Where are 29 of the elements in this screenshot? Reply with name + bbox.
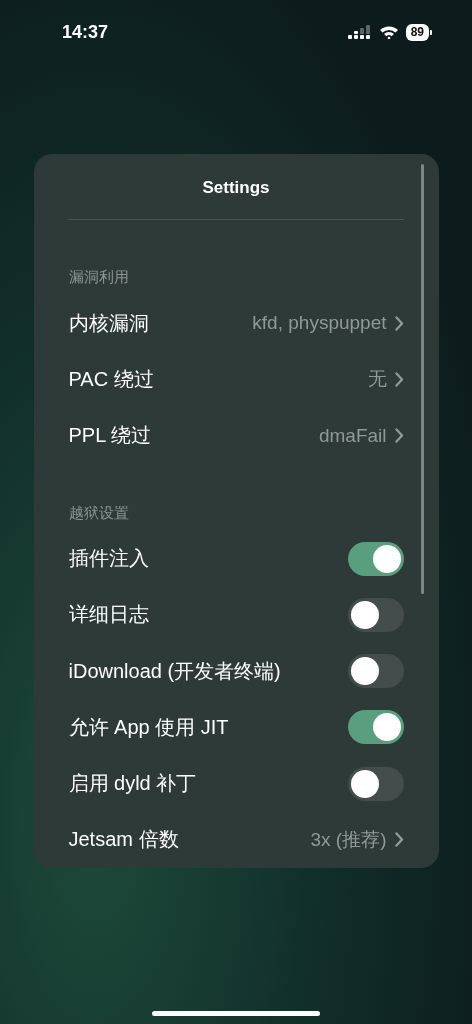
row-label: PAC 绕过 bbox=[68, 366, 154, 392]
signal-icon bbox=[347, 25, 372, 39]
section-header: 漏洞利用 bbox=[68, 267, 130, 287]
chevron-icon bbox=[394, 371, 404, 387]
row-label: iDownload (开发者终端) bbox=[68, 658, 281, 684]
row-label: 允许 App 使用 JIT bbox=[68, 714, 229, 740]
row-value[interactable]: 无 bbox=[367, 366, 387, 393]
panel-title: Settings bbox=[201, 177, 271, 199]
row-label: 详细日志 bbox=[68, 602, 149, 628]
row-label: Jetsam 倍数 bbox=[68, 827, 179, 853]
toggle-switch[interactable] bbox=[347, 597, 404, 632]
toggle-switch[interactable] bbox=[347, 654, 404, 689]
status-time: 14:37 bbox=[62, 21, 109, 43]
toggle-switch[interactable] bbox=[347, 710, 404, 745]
row-label: 启用 dyld 补丁 bbox=[68, 771, 197, 797]
row-label: 插件注入 bbox=[68, 546, 149, 572]
row-value[interactable]: kfd, physpuppet bbox=[252, 312, 387, 335]
chevron-icon bbox=[394, 315, 404, 331]
row-value[interactable]: 3x (推荐) bbox=[310, 826, 387, 853]
toggle-switch[interactable] bbox=[347, 766, 404, 801]
toggle-switch[interactable] bbox=[347, 541, 404, 576]
row-label: PPL 绕过 bbox=[68, 423, 152, 448]
battery-icon: 89 bbox=[405, 23, 432, 41]
wifi-icon bbox=[378, 25, 399, 39]
chevron-icon bbox=[394, 832, 404, 848]
row-label: 内核漏洞 bbox=[68, 310, 149, 336]
row-value[interactable]: dmaFail bbox=[318, 424, 387, 447]
section-header: 越狱设置 bbox=[68, 503, 130, 523]
chevron-icon bbox=[394, 428, 404, 443]
